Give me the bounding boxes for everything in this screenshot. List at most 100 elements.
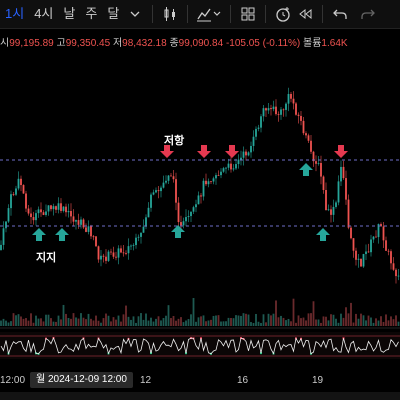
candle-body <box>47 205 50 212</box>
volume-bar <box>290 321 292 326</box>
volume-bar <box>197 317 200 326</box>
volume-bar <box>330 314 332 326</box>
volume-bar <box>142 319 145 326</box>
replay-icon[interactable] <box>294 0 316 28</box>
candle-body <box>367 251 370 253</box>
candle-body <box>220 171 222 176</box>
volume-bar <box>350 302 352 326</box>
volume-bar <box>372 322 375 326</box>
volume-bar <box>47 314 50 326</box>
candle-body <box>120 248 122 253</box>
volume-bar <box>202 315 205 326</box>
alert-clock-icon[interactable] <box>272 0 294 28</box>
candle-body <box>152 192 155 195</box>
candle-body <box>117 248 120 258</box>
volume-bar <box>277 317 280 326</box>
volume-label: 볼륨 <box>303 38 322 49</box>
volume-bar <box>285 320 287 326</box>
volume-bar <box>52 321 55 326</box>
close-value: 99,090.84 <box>178 38 224 49</box>
candle-body <box>182 221 185 226</box>
interval-month[interactable]: 달 <box>102 0 124 28</box>
candle-body <box>290 93 292 99</box>
candle-body <box>262 108 265 117</box>
volume-bar <box>337 322 340 326</box>
candle-body <box>285 103 287 110</box>
volume-bar <box>37 318 40 326</box>
volume-bar <box>45 314 47 326</box>
volume-bar <box>175 320 177 326</box>
volume-bar <box>292 298 295 326</box>
volume-bar <box>302 317 305 326</box>
volume-bar <box>172 315 175 326</box>
candle-body <box>340 166 342 182</box>
candle-body <box>295 103 297 115</box>
volume-bar <box>342 317 345 326</box>
redo-icon[interactable] <box>357 0 379 28</box>
candle-body <box>210 181 212 183</box>
interval-4h[interactable]: 4시 <box>29 0 58 28</box>
interval-1h[interactable]: 1시 <box>0 0 29 28</box>
volume-bar <box>135 322 137 326</box>
candle-body <box>40 209 42 213</box>
interval-week[interactable]: 주 <box>80 0 102 28</box>
candle-body <box>320 163 322 177</box>
price-chart[interactable] <box>0 50 400 372</box>
volume-bar <box>10 321 12 326</box>
volume-bar <box>237 315 240 326</box>
candle-body <box>110 251 112 253</box>
volume-bar <box>345 307 347 326</box>
volume-bar <box>340 313 342 326</box>
volume-bar <box>280 315 282 326</box>
layout-grid-icon[interactable] <box>237 0 259 28</box>
candle-body <box>7 208 10 222</box>
volume-bar <box>125 305 127 326</box>
candle-body <box>150 194 152 208</box>
volume-bar <box>200 316 202 326</box>
volume-bar <box>217 315 220 326</box>
candle-body <box>130 245 132 247</box>
volume-bar <box>317 319 320 326</box>
candle-body <box>232 168 235 170</box>
candle-body <box>167 175 170 181</box>
volume-bar <box>310 313 312 326</box>
volume-bar <box>32 322 35 326</box>
volume-bar <box>25 318 27 326</box>
toolbar-divider <box>265 5 267 23</box>
candle-body <box>337 181 340 203</box>
volume-bar <box>322 316 325 326</box>
candle-body <box>365 251 367 255</box>
undo-icon[interactable] <box>329 0 351 28</box>
candle-body <box>172 176 175 180</box>
volume-bar <box>262 314 265 326</box>
volume-bar <box>60 319 62 326</box>
interval-day[interactable]: 날 <box>58 0 80 28</box>
volume-bar <box>265 322 267 326</box>
volume-bar <box>365 320 367 326</box>
volume-bar <box>27 320 30 326</box>
candle-body <box>342 166 345 179</box>
volume-bar <box>240 315 242 326</box>
candle-body <box>187 216 190 218</box>
indicators-icon[interactable] <box>194 0 224 28</box>
candle-body <box>300 115 302 121</box>
volume-bar <box>130 319 132 326</box>
chevron-down-icon[interactable] <box>124 0 146 28</box>
support-arrow-up-icon <box>316 228 330 241</box>
candle-body <box>112 252 115 257</box>
support-arrow-up-icon <box>299 163 313 176</box>
bottom-scroll-bar[interactable] <box>0 392 400 400</box>
volume-bar <box>180 317 182 326</box>
candle-body <box>375 236 377 238</box>
volume-bar <box>77 318 80 326</box>
volume-bar <box>305 320 307 326</box>
volume-bar <box>307 313 310 326</box>
volume-bar <box>122 314 125 326</box>
candlestick-icon[interactable] <box>159 0 181 28</box>
volume-bar <box>295 322 297 326</box>
volume-bar <box>195 321 197 326</box>
candle-body <box>90 226 92 237</box>
volume-bar <box>260 322 262 326</box>
volume-bar <box>90 318 92 326</box>
volume-bar <box>117 315 120 326</box>
